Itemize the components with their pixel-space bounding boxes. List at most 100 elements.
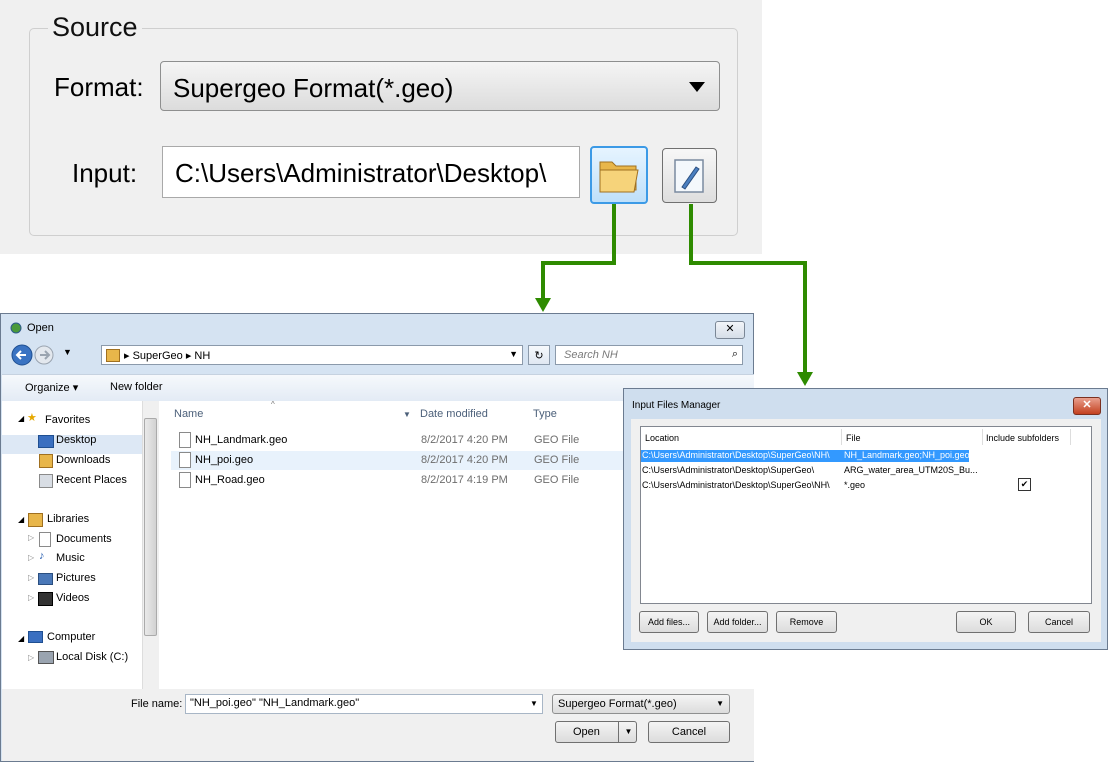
ok-button[interactable]: OK <box>956 611 1016 633</box>
include-subfolders-checkbox[interactable]: ✔ <box>1018 478 1031 491</box>
file-name-input[interactable]: "NH_poi.geo" "NH_Landmark.geo" <box>185 694 543 714</box>
browse-folder-button[interactable] <box>590 146 648 204</box>
collapse-arrow-icon[interactable]: ▷ <box>28 593 34 602</box>
collapse-arrow-icon[interactable]: ▷ <box>28 533 34 542</box>
connector-line <box>541 261 545 303</box>
collapse-arrow-icon[interactable]: ▷ <box>28 553 34 562</box>
column-header-include-subfolders[interactable]: Include subfolders <box>986 433 1059 443</box>
file-name: NH_poi.geo <box>195 454 254 466</box>
file-type-value: Supergeo Format(*.geo) <box>558 698 677 710</box>
computer-icon <box>28 631 43 643</box>
app-icon <box>10 322 22 334</box>
connector-line <box>689 261 807 265</box>
collapse-arrow-icon[interactable]: ▷ <box>28 573 34 582</box>
nav-favorites[interactable]: Favorites <box>45 414 90 426</box>
nav-scrollbar-thumb[interactable] <box>144 418 157 636</box>
nav-computer[interactable]: Computer <box>47 631 95 643</box>
row-file[interactable]: ARG_water_area_UTM20S_Bu... <box>844 465 978 475</box>
input-path-value: C:\Users\Administrator\Desktop\ <box>175 158 547 188</box>
downloads-icon <box>39 454 53 468</box>
column-header-location[interactable]: Location <box>645 433 679 443</box>
dialog-title: Open <box>27 322 54 334</box>
file-type-dropdown[interactable]: Supergeo Format(*.geo) ▼ <box>552 694 730 714</box>
nav-pictures[interactable]: Pictures <box>56 572 96 584</box>
address-dropdown-icon[interactable]: ▼ <box>509 349 518 359</box>
cancel-button[interactable]: Cancel <box>1028 611 1090 633</box>
open-button-label: Open <box>573 726 600 738</box>
file-date: 8/2/2017 4:20 PM <box>421 454 508 466</box>
column-header-name[interactable]: Name <box>174 408 203 420</box>
file-row[interactable]: NH_Landmark.geo 8/2/2017 4:20 PM GEO Fil… <box>171 431 631 450</box>
connector-line <box>541 261 616 265</box>
new-folder-button[interactable]: New folder <box>110 381 163 393</box>
expand-icon[interactable]: ◢ <box>18 414 24 423</box>
open-button[interactable]: Open ▼ <box>555 721 637 743</box>
row-location[interactable]: C:\Users\Administrator\Desktop\SuperGeo\ <box>642 465 814 475</box>
file-row[interactable]: NH_poi.geo 8/2/2017 4:20 PM GEO File <box>171 451 631 470</box>
file-icon <box>179 432 191 448</box>
nav-music[interactable]: Music <box>56 552 85 564</box>
source-panel: Source Format: Supergeo Format(*.geo) In… <box>0 0 762 254</box>
libraries-icon <box>28 513 43 527</box>
nav-recent-places[interactable]: Recent Places <box>56 474 127 486</box>
back-forward-buttons[interactable] <box>10 343 58 367</box>
desktop-icon <box>38 435 54 448</box>
format-selected-value: Supergeo Format(*.geo) <box>173 73 454 103</box>
row-file[interactable]: *.geo <box>844 480 865 490</box>
nav-documents[interactable]: Documents <box>56 533 112 545</box>
input-files-manager-button[interactable] <box>662 148 717 203</box>
dialog-title: Input Files Manager <box>632 400 721 411</box>
add-files-button[interactable]: Add files... <box>639 611 699 633</box>
nav-libraries[interactable]: Libraries <box>47 513 89 525</box>
column-divider <box>841 429 842 445</box>
column-header-date[interactable]: Date modified <box>420 408 488 420</box>
collapse-arrow-icon[interactable]: ▷ <box>28 653 34 662</box>
edit-list-icon <box>674 159 704 193</box>
row-file[interactable]: NH_Landmark.geo;NH_poi.geo <box>844 450 970 460</box>
file-name: NH_Landmark.geo <box>195 434 288 446</box>
file-icon <box>179 452 191 468</box>
nav-videos[interactable]: Videos <box>56 592 89 604</box>
column-header-file[interactable]: File <box>846 433 861 443</box>
column-filter-icon[interactable]: ▼ <box>403 410 411 419</box>
organize-menu[interactable]: Organize ▾ <box>25 381 78 394</box>
format-dropdown[interactable]: Supergeo Format(*.geo) <box>160 61 720 111</box>
remove-button[interactable]: Remove <box>776 611 837 633</box>
nav-downloads[interactable]: Downloads <box>56 454 110 466</box>
expand-icon[interactable]: ◢ <box>18 515 24 524</box>
sort-arrow-icon: ^ <box>271 400 275 409</box>
breadcrumb-item[interactable]: NH <box>194 350 210 362</box>
documents-icon <box>39 532 51 547</box>
connector-line <box>689 204 693 264</box>
connector-line <box>612 204 616 264</box>
search-icon: ⌕ <box>731 348 738 360</box>
file-row[interactable]: NH_Road.geo 8/2/2017 4:19 PM GEO File <box>171 471 631 490</box>
column-header-type[interactable]: Type <box>533 408 557 420</box>
row-location[interactable]: C:\Users\Administrator\Desktop\SuperGeo\… <box>642 480 830 490</box>
input-label: Input: <box>72 158 138 188</box>
nav-local-disk[interactable]: Local Disk (C:) <box>56 651 128 663</box>
add-folder-button[interactable]: Add folder... <box>707 611 768 633</box>
address-bar[interactable]: ▸ SuperGeo ▸ NH ▼ <box>101 345 523 365</box>
refresh-button[interactable]: ↻ <box>528 345 550 365</box>
file-type: GEO File <box>534 434 580 446</box>
cancel-button[interactable]: Cancel <box>648 721 730 743</box>
nav-desktop[interactable]: Desktop <box>56 434 96 446</box>
search-input[interactable]: Search NH ⌕ <box>555 345 743 365</box>
recent-dropdown-icon[interactable]: ▼ <box>63 347 72 357</box>
folder-icon <box>599 161 639 193</box>
breadcrumb-item[interactable]: SuperGeo <box>133 350 183 362</box>
close-button[interactable]: ✕ <box>715 321 745 339</box>
file-name-dropdown-icon[interactable]: ▼ <box>530 699 538 708</box>
file-date: 8/2/2017 4:20 PM <box>421 434 508 446</box>
breadcrumb-separator-icon: ▸ <box>124 350 130 362</box>
input-path-field[interactable]: C:\Users\Administrator\Desktop\ <box>162 146 580 198</box>
close-button[interactable]: ✕ <box>1073 397 1101 415</box>
connector-line <box>803 261 807 373</box>
folder-icon <box>106 349 120 362</box>
expand-icon[interactable]: ◢ <box>18 634 24 643</box>
pictures-icon <box>38 573 53 585</box>
disk-icon <box>38 651 54 664</box>
row-location[interactable]: C:\Users\Administrator\Desktop\SuperGeo\… <box>642 450 830 460</box>
split-dropdown-icon[interactable]: ▼ <box>618 722 638 742</box>
